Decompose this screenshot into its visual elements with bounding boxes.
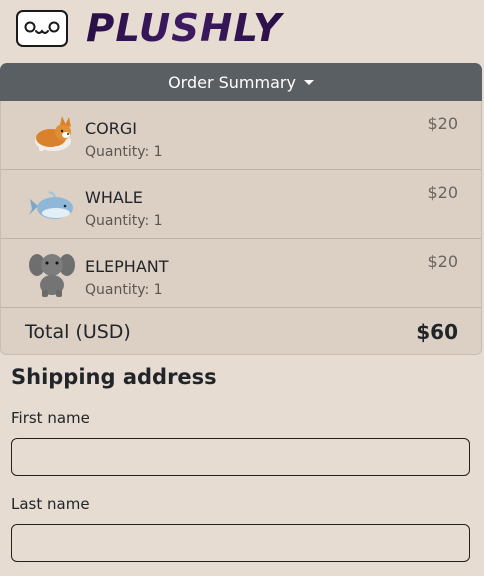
last-name-field[interactable] <box>11 524 470 562</box>
brand-name: PLUSHLY <box>86 7 285 49</box>
total-label: Total (USD) <box>25 321 131 343</box>
item-price: $20 <box>427 252 458 271</box>
order-item-elephant: ELEPHANT Quantity: 1 $20 <box>1 239 481 308</box>
brand-logo[interactable]: PLUSHLY <box>86 7 286 49</box>
item-name: CORGI <box>85 119 137 138</box>
total-amount: $60 <box>416 320 458 344</box>
order-item-corgi: CORGI Quantity: 1 $20 <box>1 101 481 170</box>
item-quantity: Quantity: 1 <box>85 144 163 160</box>
item-quantity: Quantity: 1 <box>85 213 163 229</box>
elephant-plush-icon <box>29 254 75 297</box>
order-summary-toggle[interactable]: Order Summary <box>0 63 482 101</box>
caret-down-icon <box>303 79 314 85</box>
item-price: $20 <box>427 183 458 202</box>
item-quantity: Quantity: 1 <box>85 282 163 298</box>
item-price: $20 <box>427 114 458 133</box>
order-summary-panel: CORGI Quantity: 1 $20 WHALE Quantity: 1 … <box>0 101 482 355</box>
first-name-label: First name <box>11 409 90 427</box>
site-header: PLUSHLY <box>0 0 484 63</box>
whale-plush-icon <box>29 191 73 219</box>
shipping-address-heading: Shipping address <box>11 365 217 389</box>
first-name-field[interactable] <box>11 438 470 476</box>
last-name-label: Last name <box>11 495 90 513</box>
item-name: WHALE <box>85 188 143 207</box>
order-summary-label: Order Summary <box>168 72 296 92</box>
order-total-row: Total (USD) $60 <box>1 312 481 354</box>
cat-face-icon[interactable] <box>16 10 68 47</box>
item-name: ELEPHANT <box>85 257 169 276</box>
corgi-plush-icon <box>35 116 71 151</box>
order-item-whale: WHALE Quantity: 1 $20 <box>1 170 481 239</box>
